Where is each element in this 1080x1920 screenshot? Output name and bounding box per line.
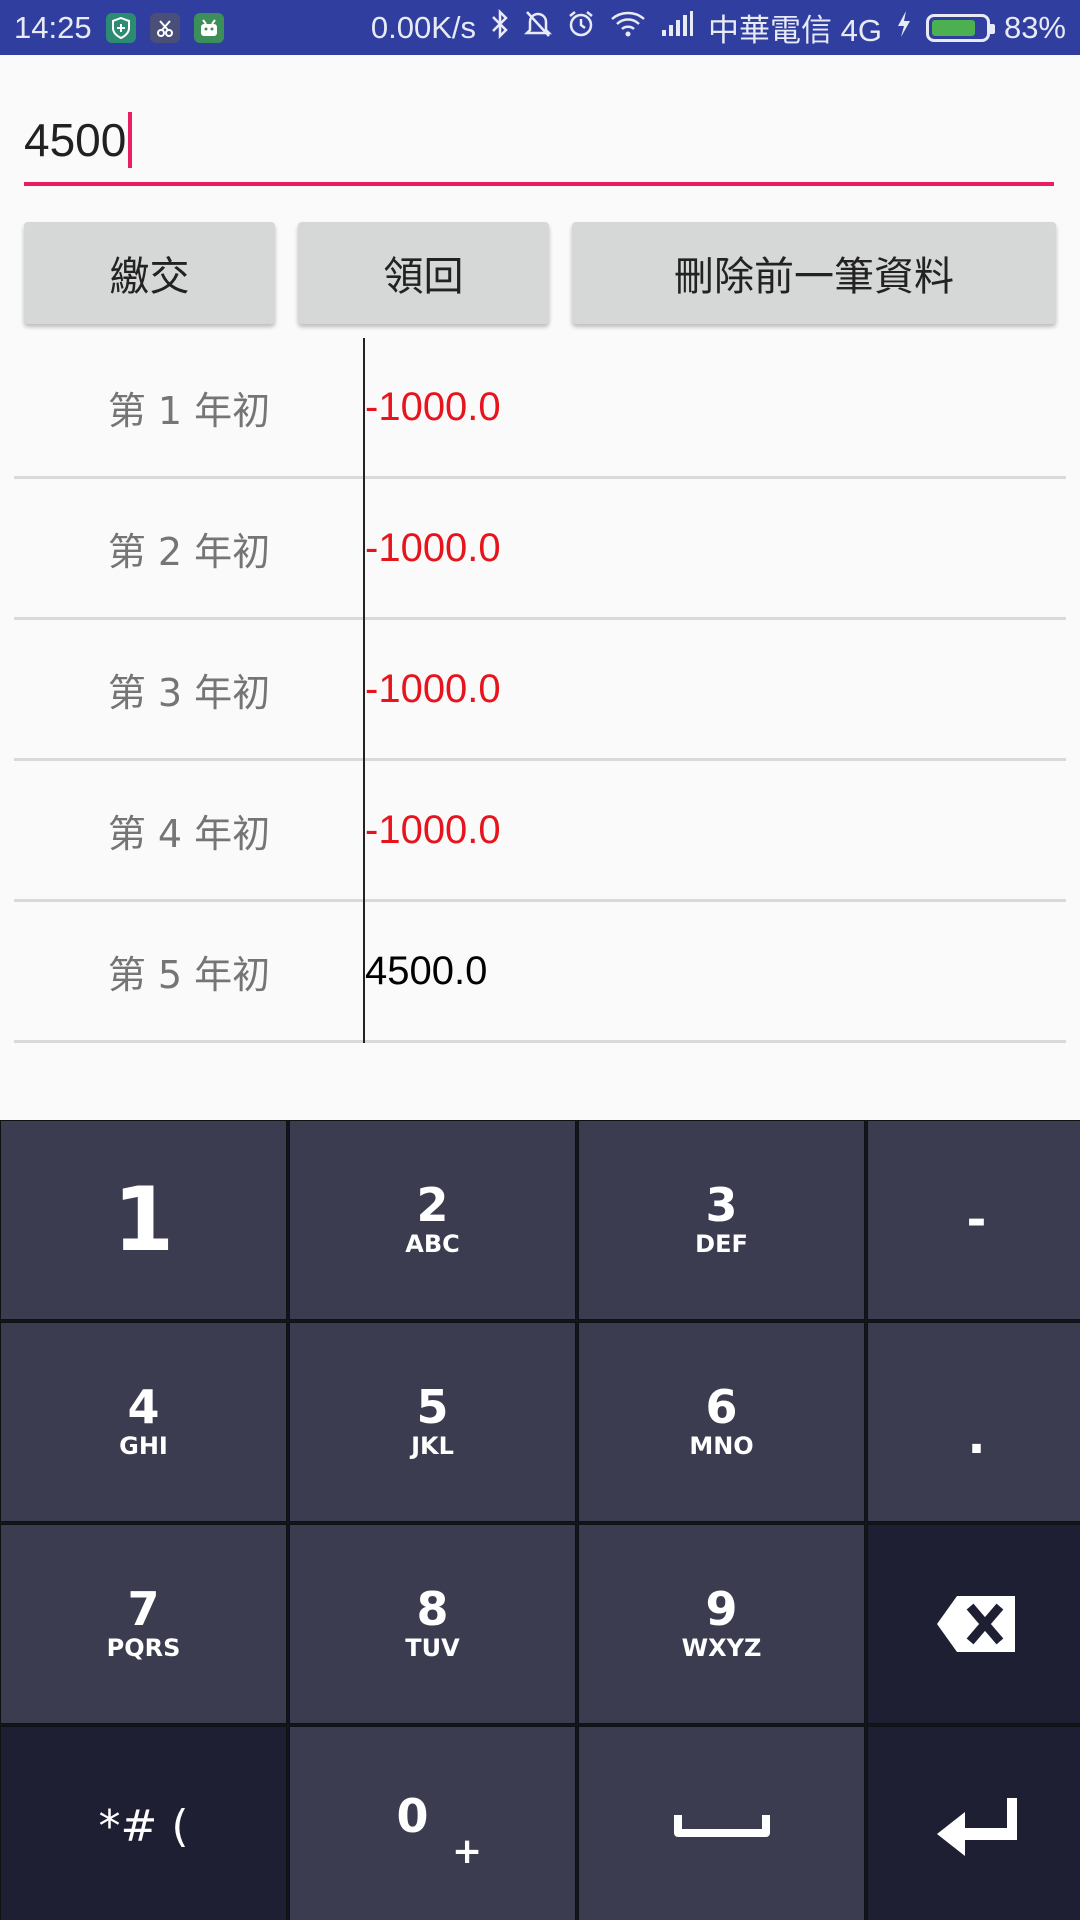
key-digit: 8: [416, 1581, 449, 1636]
amount-field[interactable]: 4500: [24, 100, 1054, 190]
cashflow-value: -1000.0: [365, 525, 501, 570]
backspace-icon: [936, 1596, 1015, 1652]
table-row: 第 4 年初 -1000.0: [14, 761, 1066, 902]
receive-button[interactable]: 領回: [298, 222, 549, 324]
key-2[interactable]: 2 ABC: [289, 1120, 576, 1320]
signal-icon: [660, 10, 694, 45]
key-digit: 2: [416, 1177, 449, 1232]
cashflow-value: -1000.0: [365, 384, 501, 429]
key-digit: 9: [705, 1581, 738, 1636]
space-icon: [673, 1815, 770, 1837]
cashflow-value: 4500.0: [365, 948, 488, 993]
shield-app-icon: [105, 12, 136, 43]
key-6[interactable]: 6 MNO: [578, 1322, 865, 1522]
amount-input-value: 4500: [24, 114, 127, 166]
key-9[interactable]: 9 WXYZ: [578, 1524, 865, 1724]
key-digit: 6: [705, 1379, 738, 1434]
key-3[interactable]: 3 DEF: [578, 1120, 865, 1320]
table-row: 第 5 年初 4500.0: [14, 902, 1066, 1043]
text-caret: [128, 112, 133, 168]
key-letters: +: [452, 1831, 483, 1872]
table-row: 第 1 年初 -1000.0: [14, 338, 1066, 479]
numeric-keyboard: 1 2 ABC 3 DEF - 4 GHI 5 JKL 6 MNO . 7 PQ…: [0, 1120, 1080, 1920]
key-5[interactable]: 5 JKL: [289, 1322, 576, 1522]
amount-input[interactable]: 4500: [24, 112, 133, 168]
enter-key[interactable]: [867, 1726, 1080, 1920]
key-symbol: .: [967, 1409, 986, 1465]
key-letters: MNO: [689, 1431, 754, 1460]
key-7[interactable]: 7 PQRS: [0, 1524, 287, 1724]
key-decimal[interactable]: .: [867, 1322, 1080, 1522]
battery-level: [931, 19, 976, 36]
table-row: 第 3 年初 -1000.0: [14, 620, 1066, 761]
key-8[interactable]: 8 TUV: [289, 1524, 576, 1724]
delete-previous-button[interactable]: 刪除前一筆資料: [572, 222, 1056, 324]
key-symbol: *# (: [98, 1800, 189, 1852]
key-digit: 4: [127, 1379, 160, 1434]
key-1[interactable]: 1: [0, 1120, 287, 1320]
table-row: 第 2 年初 -1000.0: [14, 479, 1066, 620]
year-label: 第 5 年初: [107, 952, 271, 997]
key-letters: GHI: [119, 1431, 168, 1460]
pay-button[interactable]: 繳交: [24, 222, 275, 324]
battery-icon: [925, 13, 995, 42]
cashflow-value: -1000.0: [365, 807, 501, 852]
key-letters: TUV: [405, 1633, 460, 1662]
key-digit: 3: [705, 1177, 738, 1232]
battery-percent: 83%: [1003, 9, 1066, 45]
symbols-key[interactable]: *# (: [0, 1726, 287, 1920]
carrier-label: 中華電信 4G: [707, 13, 882, 48]
key-digit: 1: [112, 1168, 175, 1271]
status-bar: 14:25 0.00K/s 中華電信 4G 83%: [0, 0, 1080, 55]
key-symbol: -: [966, 1192, 987, 1248]
input-underline: [24, 182, 1054, 186]
key-letters: WXYZ: [681, 1633, 762, 1662]
year-label: 第 4 年初: [107, 811, 271, 856]
key-letters: ABC: [405, 1229, 460, 1258]
key-letters: JKL: [411, 1431, 454, 1460]
bluetooth-icon: [490, 8, 510, 46]
key-letters: DEF: [695, 1229, 748, 1258]
scissors-app-icon: [149, 12, 180, 43]
key-0[interactable]: 0 +: [289, 1726, 576, 1920]
key-minus[interactable]: -: [867, 1120, 1080, 1320]
space-key[interactable]: [578, 1726, 865, 1920]
key-digit: 7: [127, 1581, 160, 1636]
cashflow-table: 第 1 年初 -1000.0 第 2 年初 -1000.0 第 3 年初 -10…: [14, 338, 1066, 1043]
key-digit: 5: [416, 1379, 449, 1434]
mute-icon: [523, 9, 553, 46]
key-letters: PQRS: [106, 1633, 181, 1662]
year-label: 第 2 年初: [107, 529, 271, 574]
android-app-icon: [193, 12, 224, 43]
charging-icon: [896, 10, 912, 45]
wifi-icon: [610, 10, 646, 45]
year-label: 第 1 年初: [107, 388, 271, 433]
net-speed: 0.00K/s: [370, 9, 476, 45]
backspace-key[interactable]: [867, 1524, 1080, 1724]
enter-icon: [936, 1798, 1017, 1856]
key-digit: 0: [396, 1789, 429, 1843]
alarm-icon: [566, 9, 596, 46]
year-label: 第 3 年初: [107, 670, 271, 715]
key-4[interactable]: 4 GHI: [0, 1322, 287, 1522]
status-time: 14:25: [14, 9, 92, 45]
cashflow-value: -1000.0: [365, 666, 501, 711]
